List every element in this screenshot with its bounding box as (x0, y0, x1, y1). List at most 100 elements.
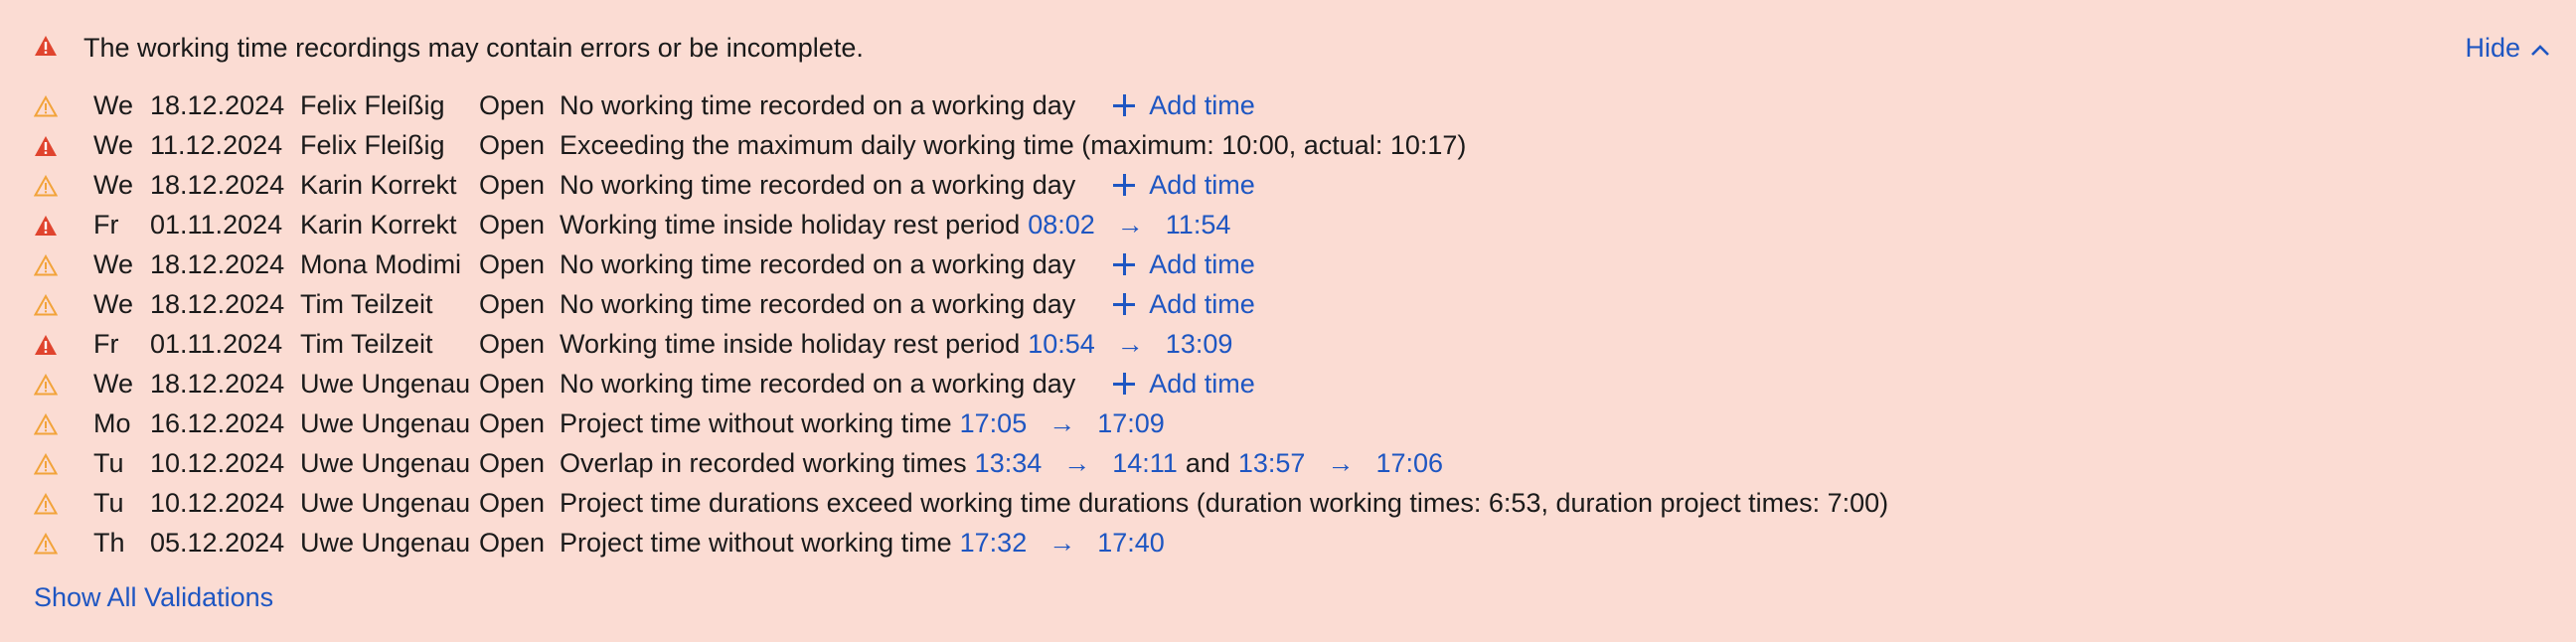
time-range-start-link[interactable]: 08:02 (1028, 205, 1095, 244)
validation-text: Project time without working time (560, 408, 952, 438)
hide-label: Hide (2465, 32, 2520, 63)
warning-icon (33, 531, 59, 555)
warning-icon (33, 411, 59, 435)
validation-description: Working time inside holiday rest period 1… (560, 324, 1232, 364)
warning-icon (33, 252, 59, 276)
employee-name: Tim Teilzeit (300, 289, 433, 319)
add-time-label: Add time (1149, 170, 1255, 200)
add-time-button[interactable]: Add time (1113, 284, 1255, 324)
validation-text: Exceeding the maximum daily working time… (560, 130, 1467, 160)
validation-description: No working time recorded on a working da… (560, 165, 1255, 205)
hide-button[interactable]: Hide (2465, 28, 2550, 68)
warning-icon (33, 93, 59, 117)
date: 01.11.2024 (150, 210, 283, 240)
time-range-end-link[interactable]: 17:40 (1097, 523, 1165, 562)
time-range-start-link[interactable]: 17:05 (960, 403, 1028, 443)
validation-description: Project time without working time 17:05 → 1… (560, 403, 1165, 443)
date: 11.12.2024 (150, 130, 283, 160)
validation-description: No working time recorded on a working da… (560, 364, 1255, 403)
weekday: Th (93, 528, 125, 558)
validation-text: No working time recorded on a working da… (560, 289, 1076, 319)
validation-text: Working time inside holiday rest period (560, 210, 1021, 240)
validation-text: No working time recorded on a working da… (560, 249, 1076, 279)
date: 10.12.2024 (150, 448, 285, 478)
status: Open (479, 249, 546, 279)
arrow-right-icon: → (1063, 448, 1091, 478)
weekday: Tu (93, 448, 124, 478)
plus-icon (1113, 174, 1136, 196)
validation-text: No working time recorded on a working da… (560, 90, 1076, 120)
add-time-label: Add time (1149, 249, 1255, 279)
validation-description: Project time durations exceed working ti… (560, 483, 1888, 523)
plus-icon (1113, 94, 1136, 116)
time-range-start-link[interactable]: 13:34 (975, 443, 1043, 483)
weekday: We (93, 90, 134, 120)
weekday: Fr (93, 210, 119, 240)
plus-icon (1113, 373, 1136, 395)
time-range-end-link[interactable]: 11:54 (1166, 205, 1231, 244)
warning-icon (33, 491, 59, 515)
employee-name: Karin Korrekt (300, 210, 457, 240)
add-time-button[interactable]: Add time (1113, 85, 1255, 125)
plus-icon (1113, 293, 1136, 315)
date: 18.12.2024 (150, 289, 285, 319)
validation-text: No working time recorded on a working da… (560, 369, 1076, 399)
employee-name: Karin Korrekt (300, 170, 457, 200)
validation-description: Exceeding the maximum daily working time… (560, 125, 1466, 165)
date: 05.12.2024 (150, 528, 285, 558)
status: Open (479, 210, 546, 240)
add-time-button[interactable]: Add time (1113, 244, 1255, 284)
weekday: We (93, 289, 134, 319)
weekday: Tu (93, 488, 124, 518)
weekday: We (93, 130, 134, 160)
date: 18.12.2024 (150, 170, 285, 200)
chevron-up-icon (2520, 33, 2550, 64)
add-time-button[interactable]: Add time (1113, 165, 1255, 205)
status: Open (479, 448, 546, 478)
add-time-label: Add time (1149, 289, 1255, 319)
validation-description: Working time inside holiday rest period 0… (560, 205, 1230, 244)
status: Open (479, 130, 546, 160)
time-range-start-link[interactable]: 17:32 (960, 523, 1028, 562)
validation-text: No working time recorded on a working da… (560, 170, 1076, 200)
show-all-validations-link[interactable]: Show All Validations (34, 582, 273, 613)
employee-name: Uwe Ungenau (300, 488, 471, 518)
date: 18.12.2024 (150, 249, 285, 279)
status: Open (479, 289, 546, 319)
validation-text: Project time without working time (560, 528, 952, 558)
validation-description: No working time recorded on a working da… (560, 244, 1255, 284)
employee-name: Mona Modimi (300, 249, 462, 279)
validation-description: No working time recorded on a working da… (560, 85, 1255, 125)
error-icon (34, 133, 58, 157)
arrow-right-icon: → (1116, 329, 1144, 359)
weekday: We (93, 249, 134, 279)
time-range-end-link[interactable]: 13:09 (1166, 324, 1233, 364)
time-range-start-link[interactable]: 13:57 (1238, 443, 1306, 483)
employee-name: Uwe Ungenau (300, 369, 471, 399)
status: Open (479, 408, 546, 438)
time-range-end-link[interactable]: 17:09 (1097, 403, 1165, 443)
date: 01.11.2024 (150, 329, 283, 359)
weekday: We (93, 170, 134, 200)
arrow-right-icon: → (1116, 210, 1144, 240)
plus-icon (1113, 253, 1136, 275)
date: 18.12.2024 (150, 369, 285, 399)
time-range-start-link[interactable]: 10:54 (1028, 324, 1095, 364)
add-time-label: Add time (1149, 369, 1255, 399)
validation-description: Project time without working time 17:32 → 1… (560, 523, 1165, 562)
employee-name: Felix Fleißig (300, 130, 445, 160)
validation-text: Project time durations exceed working ti… (560, 488, 1889, 518)
arrow-right-icon: → (1048, 408, 1076, 438)
validation-description: Overlap in recorded working times 13:34 → 1… (560, 443, 1443, 483)
error-icon (34, 213, 58, 237)
add-time-button[interactable]: Add time (1113, 364, 1255, 403)
status: Open (479, 528, 546, 558)
status: Open (479, 329, 546, 359)
warning-icon (33, 372, 59, 396)
time-range-end-link[interactable]: 14:11 (1112, 443, 1178, 483)
error-icon (34, 332, 58, 356)
range-joiner: and (1185, 448, 1230, 478)
error-icon (34, 35, 58, 62)
date: 10.12.2024 (150, 488, 285, 518)
time-range-end-link[interactable]: 17:06 (1375, 443, 1443, 483)
